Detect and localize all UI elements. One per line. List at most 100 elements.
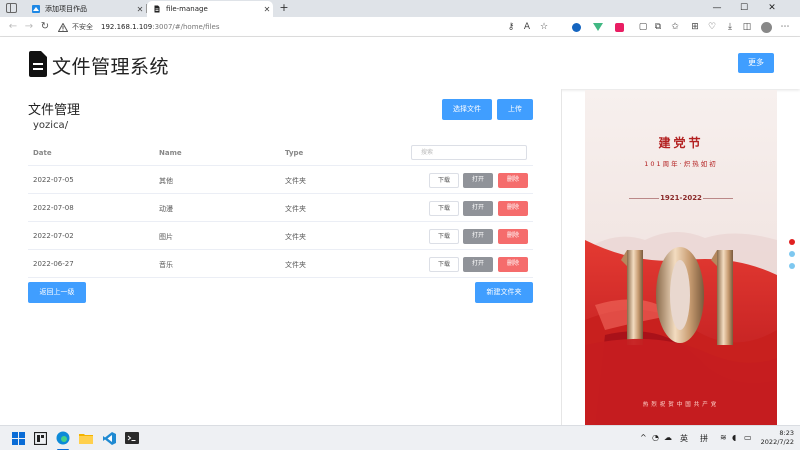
downloads-icon[interactable]: ⤓ (723, 20, 737, 34)
cell-type: 文件夹 (285, 205, 306, 213)
maximize-button[interactable]: ☐ (733, 1, 755, 15)
download-button[interactable]: 下载 (429, 257, 459, 272)
party-anniversary-poster: 建党节 101周年·炽热如初 1921-2022 热烈祝贺中国共产党 (585, 90, 777, 425)
carousel-dot[interactable] (789, 251, 795, 257)
cell-date: 2022-06-27 (33, 260, 74, 268)
extension-blue-icon[interactable] (569, 20, 583, 34)
address-bar[interactable]: 不安全 192.168.1.109:3007/#/home/files (58, 19, 563, 35)
browser-toolbar: ← → ↻ 不安全 192.168.1.109:3007/#/home/file… (0, 17, 800, 37)
tab-file-manage[interactable]: file-manage ✕ (147, 1, 273, 17)
settings-more-icon[interactable]: ⋯ (778, 20, 792, 34)
app-title: 文件管理系统 (52, 56, 170, 78)
file-logo-icon (29, 51, 47, 77)
windows-taskbar: ^ ◔ ☁ 英 拼 ≋ ◖ ▭ 8:23 2022/7/22 (0, 425, 800, 450)
clock-date: 2022/7/22 (760, 438, 794, 446)
extension-pink-icon[interactable] (612, 20, 626, 34)
delete-button[interactable]: 删除 (498, 229, 528, 244)
close-tab-icon[interactable]: ✕ (134, 5, 146, 14)
carousel-indicators (789, 239, 795, 275)
minimize-button[interactable]: — (706, 1, 728, 15)
collections-icon[interactable]: ⊞ (688, 20, 702, 34)
qq-tray-icon[interactable]: ◔ (652, 433, 659, 442)
carousel-dot-active[interactable] (789, 239, 795, 245)
download-button[interactable]: 下载 (429, 173, 459, 188)
read-aloud-icon[interactable]: A (520, 20, 534, 34)
open-button[interactable]: 打开 (463, 257, 493, 272)
back-up-level-button[interactable]: 返回上一级 (28, 282, 86, 303)
favorites-icon[interactable]: ✩ (668, 20, 682, 34)
current-path: yozica/ (33, 120, 69, 131)
tab-title: 添加项目作品 (45, 5, 87, 13)
file-explorer-icon[interactable] (78, 430, 94, 446)
extensions-puzzle-icon[interactable]: ⧉ (651, 20, 665, 34)
battery-icon[interactable]: ▭ (744, 433, 752, 442)
table-row: 2022-07-02 图片 文件夹 下载 打开 删除 (28, 222, 533, 250)
favorite-star-icon[interactable]: ☆ (537, 20, 551, 34)
poster-bottom-text: 热烈祝贺中国共产党 (642, 402, 720, 408)
warning-icon (58, 22, 68, 32)
forward-arrow-icon[interactable]: → (22, 20, 36, 34)
cell-name: 图片 (159, 233, 173, 241)
clock-time: 8:23 (779, 429, 794, 437)
cell-type: 文件夹 (285, 261, 306, 269)
close-tab-icon[interactable]: ✕ (261, 5, 273, 14)
app-header: 文件管理系统 更多 (0, 37, 800, 89)
column-header-name: Name (159, 149, 182, 157)
upload-button[interactable]: 上传 (497, 99, 533, 120)
input-language-indicator[interactable]: 英 (680, 433, 688, 444)
table-row: 2022-07-05 其他 文件夹 下载 打开 删除 (28, 166, 533, 194)
column-header-date: Date (33, 149, 52, 157)
vscode-icon[interactable] (101, 430, 117, 446)
search-input[interactable]: 搜索 (411, 145, 527, 160)
open-button[interactable]: 打开 (463, 201, 493, 216)
file-manager-panel: 文件管理 yozica/ 选择文件 上传 Date Name Type 搜索 2… (0, 89, 561, 425)
edge-browser-icon[interactable] (55, 430, 71, 446)
back-arrow-icon[interactable]: ← (6, 20, 20, 34)
show-hidden-icons-icon[interactable]: ^ (640, 433, 647, 442)
download-button[interactable]: 下载 (429, 229, 459, 244)
security-label: 不安全 (72, 23, 93, 31)
weather-tray-icon[interactable]: ☁ (664, 433, 672, 442)
poster-years: 1921-2022 (660, 194, 702, 202)
cell-date: 2022-07-08 (33, 204, 74, 212)
key-icon[interactable]: ⚷ (504, 20, 518, 34)
new-folder-button[interactable]: 新建文件夹 (475, 282, 533, 303)
windows-start-icon[interactable] (10, 430, 26, 446)
select-file-button[interactable]: 选择文件 (442, 99, 492, 120)
more-button[interactable]: 更多 (738, 53, 774, 73)
split-screen-icon[interactable]: ▢ (636, 20, 650, 34)
tab-actions-menu-icon[interactable] (6, 3, 17, 13)
ime-mode-indicator[interactable]: 拼 (700, 433, 708, 444)
extension-vue-icon[interactable] (591, 20, 605, 34)
refresh-icon[interactable]: ↻ (38, 20, 52, 34)
url-host: 192.168.1.109 (101, 23, 153, 31)
taskview-app-icon[interactable] (32, 430, 48, 446)
section-title: 文件管理 (28, 103, 81, 118)
new-tab-button[interactable]: + (277, 1, 291, 15)
delete-button[interactable]: 删除 (498, 201, 528, 216)
download-button[interactable]: 下载 (429, 201, 459, 216)
share-icon[interactable]: ◫ (740, 20, 754, 34)
poster-divider-right (703, 198, 733, 199)
cell-type: 文件夹 (285, 233, 306, 241)
column-header-type: Type (285, 149, 304, 157)
tab-add-project[interactable]: 添加项目作品 ✕ (26, 1, 146, 17)
delete-button[interactable]: 删除 (498, 257, 528, 272)
browser-tab-strip: 添加项目作品 ✕ file-manage ✕ + — ☐ ✕ (0, 0, 800, 17)
close-window-button[interactable]: ✕ (761, 1, 783, 15)
system-clock[interactable]: 8:23 2022/7/22 (758, 429, 794, 447)
cell-date: 2022-07-02 (33, 232, 74, 240)
open-button[interactable]: 打开 (463, 173, 493, 188)
terminal-icon[interactable] (124, 430, 140, 446)
volume-icon[interactable]: ◖ (732, 433, 736, 442)
tab-title: file-manage (166, 5, 208, 13)
site-favicon-icon (32, 5, 40, 13)
browser-essentials-icon[interactable]: ♡ (705, 20, 719, 34)
open-button[interactable]: 打开 (463, 229, 493, 244)
cell-name: 动漫 (159, 205, 173, 213)
wifi-icon[interactable]: ≋ (720, 433, 727, 442)
panel-divider (561, 89, 562, 425)
delete-button[interactable]: 删除 (498, 173, 528, 188)
carousel-dot[interactable] (789, 263, 795, 269)
profile-avatar-icon[interactable] (759, 20, 773, 34)
